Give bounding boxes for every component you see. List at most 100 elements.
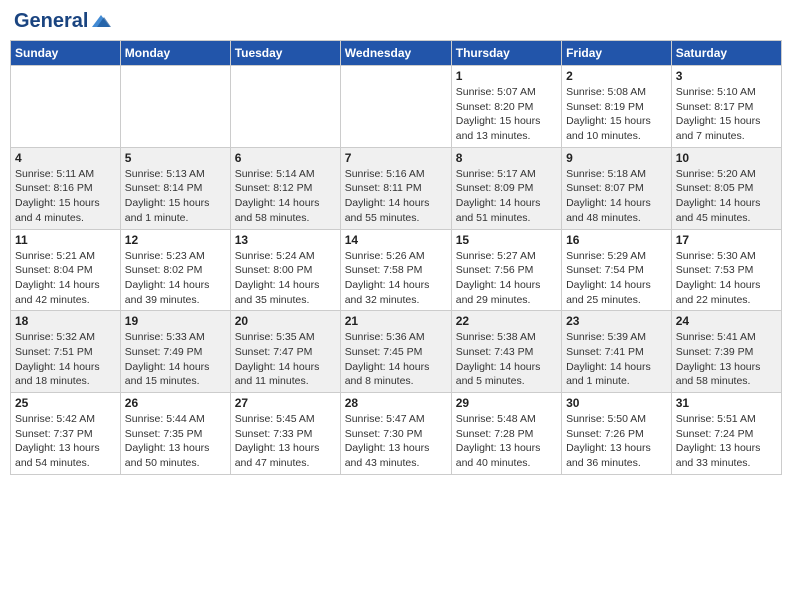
- weekday-header-saturday: Saturday: [671, 41, 781, 66]
- day-number: 19: [125, 314, 226, 328]
- calendar-week-5: 25Sunrise: 5:42 AMSunset: 7:37 PMDayligh…: [11, 393, 782, 475]
- day-info: Sunrise: 5:18 AMSunset: 8:07 PMDaylight:…: [566, 167, 667, 226]
- calendar-week-2: 4 Sunrise: 5:11 AMSunset: 8:16 PMDaylight…: [11, 147, 782, 229]
- calendar-week-1: 1Sunrise: 5:07 AMSunset: 8:20 PMDaylight…: [11, 66, 782, 148]
- calendar-cell: 2 Sunrise: 5:08 AMSunset: 8:19 PMDaylight…: [562, 66, 672, 148]
- day-info: Sunrise: 5:39 AMSunset: 7:41 PMDaylight:…: [566, 330, 667, 389]
- calendar-cell: 13Sunrise: 5:24 AMSunset: 8:00 PMDayligh…: [230, 229, 340, 311]
- calendar-cell: 18 Sunrise: 5:32 AMSunset: 7:51 PMDayligh…: [11, 311, 121, 393]
- calendar-cell: 11 Sunrise: 5:21 AMSunset: 8:04 PMDayligh…: [11, 229, 121, 311]
- calendar-cell: 3 Sunrise: 5:10 AMSunset: 8:17 PMDaylight…: [671, 66, 781, 148]
- day-number: 14: [345, 233, 447, 247]
- day-info: Sunrise: 5:27 AMSunset: 7:56 PMDaylight:…: [456, 249, 557, 308]
- day-number: 8: [456, 151, 557, 165]
- calendar-cell: 4 Sunrise: 5:11 AMSunset: 8:16 PMDaylight…: [11, 147, 121, 229]
- calendar-cell: 27 Sunrise: 5:45 AMSunset: 7:33 PMDayligh…: [230, 393, 340, 475]
- calendar-cell: 10 Sunrise: 5:20 AMSunset: 8:05 PMDayligh…: [671, 147, 781, 229]
- day-number: 31: [676, 396, 777, 410]
- logo: General: [14, 10, 112, 32]
- logo-icon: [90, 13, 112, 29]
- day-number: 20: [235, 314, 336, 328]
- day-info: Sunrise: 5:30 AMSunset: 7:53 PMDaylight:…: [676, 249, 777, 308]
- calendar-cell: 12 Sunrise: 5:23 AMSunset: 8:02 PMDayligh…: [120, 229, 230, 311]
- day-info: Sunrise: 5:51 AMSunset: 7:24 PMDaylight:…: [676, 412, 777, 471]
- day-info: Sunrise: 5:21 AMSunset: 8:04 PMDaylight:…: [15, 249, 116, 308]
- day-number: 25: [15, 396, 116, 410]
- calendar-cell: 8 Sunrise: 5:17 AMSunset: 8:09 PMDaylight…: [451, 147, 561, 229]
- calendar-cell: 20 Sunrise: 5:35 AMSunset: 7:47 PMDayligh…: [230, 311, 340, 393]
- day-info: Sunrise: 5:48 AMSunset: 7:28 PMDaylight:…: [456, 412, 557, 471]
- calendar-cell: [11, 66, 121, 148]
- day-number: 15: [456, 233, 557, 247]
- day-info: Sunrise: 5:47 AMSunset: 7:30 PMDaylight:…: [345, 412, 447, 471]
- calendar-cell: 26 Sunrise: 5:44 AMSunset: 7:35 PMDayligh…: [120, 393, 230, 475]
- calendar-cell: [340, 66, 451, 148]
- day-info: Sunrise: 5:20 AMSunset: 8:05 PMDaylight:…: [676, 167, 777, 226]
- day-number: 27: [235, 396, 336, 410]
- calendar-table: SundayMondayTuesdayWednesdayThursdayFrid…: [10, 40, 782, 475]
- day-info: Sunrise: 5:36 AMSunset: 7:45 PMDaylight:…: [345, 330, 447, 389]
- day-info: Sunrise: 5:08 AMSunset: 8:19 PMDaylight:…: [566, 85, 667, 144]
- weekday-header-sunday: Sunday: [11, 41, 121, 66]
- day-number: 11: [15, 233, 116, 247]
- day-number: 3: [676, 69, 777, 83]
- day-info: Sunrise: 5:26 AMSunset: 7:58 PMDaylight:…: [345, 249, 447, 308]
- calendar-week-4: 18 Sunrise: 5:32 AMSunset: 7:51 PMDayligh…: [11, 311, 782, 393]
- day-info: Sunrise: 5:14 AMSunset: 8:12 PMDaylight:…: [235, 167, 336, 226]
- day-info: Sunrise: 5:11 AMSunset: 8:16 PMDaylight:…: [15, 167, 116, 226]
- day-number: 18: [15, 314, 116, 328]
- calendar-cell: 31 Sunrise: 5:51 AMSunset: 7:24 PMDayligh…: [671, 393, 781, 475]
- day-info: Sunrise: 5:32 AMSunset: 7:51 PMDaylight:…: [15, 330, 116, 389]
- logo-text-general: General: [14, 10, 88, 32]
- day-info: Sunrise: 5:23 AMSunset: 8:02 PMDaylight:…: [125, 249, 226, 308]
- day-info: Sunrise: 5:38 AMSunset: 7:43 PMDaylight:…: [456, 330, 557, 389]
- day-info: Sunrise: 5:44 AMSunset: 7:35 PMDaylight:…: [125, 412, 226, 471]
- day-number: 30: [566, 396, 667, 410]
- weekday-header-row: SundayMondayTuesdayWednesdayThursdayFrid…: [11, 41, 782, 66]
- day-number: 26: [125, 396, 226, 410]
- day-info: Sunrise: 5:35 AMSunset: 7:47 PMDaylight:…: [235, 330, 336, 389]
- weekday-header-tuesday: Tuesday: [230, 41, 340, 66]
- day-number: 16: [566, 233, 667, 247]
- day-number: 12: [125, 233, 226, 247]
- calendar-cell: [230, 66, 340, 148]
- day-number: 17: [676, 233, 777, 247]
- day-info: Sunrise: 5:16 AMSunset: 8:11 PMDaylight:…: [345, 167, 447, 226]
- day-info: Sunrise: 5:50 AMSunset: 7:26 PMDaylight:…: [566, 412, 667, 471]
- page-header: General: [10, 10, 782, 32]
- day-number: 24: [676, 314, 777, 328]
- day-info: Sunrise: 5:29 AMSunset: 7:54 PMDaylight:…: [566, 249, 667, 308]
- day-number: 21: [345, 314, 447, 328]
- day-info: Sunrise: 5:41 AMSunset: 7:39 PMDaylight:…: [676, 330, 777, 389]
- day-number: 22: [456, 314, 557, 328]
- day-info: Sunrise: 5:13 AMSunset: 8:14 PMDaylight:…: [125, 167, 226, 226]
- calendar-cell: 1Sunrise: 5:07 AMSunset: 8:20 PMDaylight…: [451, 66, 561, 148]
- weekday-header-wednesday: Wednesday: [340, 41, 451, 66]
- day-number: 28: [345, 396, 447, 410]
- calendar-cell: 19Sunrise: 5:33 AMSunset: 7:49 PMDayligh…: [120, 311, 230, 393]
- calendar-cell: 23 Sunrise: 5:39 AMSunset: 7:41 PMDayligh…: [562, 311, 672, 393]
- day-number: 6: [235, 151, 336, 165]
- calendar-cell: 28 Sunrise: 5:47 AMSunset: 7:30 PMDayligh…: [340, 393, 451, 475]
- day-info: Sunrise: 5:45 AMSunset: 7:33 PMDaylight:…: [235, 412, 336, 471]
- day-number: 29: [456, 396, 557, 410]
- calendar-cell: 30 Sunrise: 5:50 AMSunset: 7:26 PMDayligh…: [562, 393, 672, 475]
- day-number: 10: [676, 151, 777, 165]
- calendar-week-3: 11 Sunrise: 5:21 AMSunset: 8:04 PMDayligh…: [11, 229, 782, 311]
- day-number: 23: [566, 314, 667, 328]
- day-number: 4: [15, 151, 116, 165]
- calendar-cell: 5 Sunrise: 5:13 AMSunset: 8:14 PMDaylight…: [120, 147, 230, 229]
- day-info: Sunrise: 5:10 AMSunset: 8:17 PMDaylight:…: [676, 85, 777, 144]
- day-number: 13: [235, 233, 336, 247]
- calendar-cell: 24 Sunrise: 5:41 AMSunset: 7:39 PMDayligh…: [671, 311, 781, 393]
- day-number: 5: [125, 151, 226, 165]
- weekday-header-friday: Friday: [562, 41, 672, 66]
- calendar-cell: 22 Sunrise: 5:38 AMSunset: 7:43 PMDayligh…: [451, 311, 561, 393]
- day-info: Sunrise: 5:17 AMSunset: 8:09 PMDaylight:…: [456, 167, 557, 226]
- calendar-cell: 6 Sunrise: 5:14 AMSunset: 8:12 PMDaylight…: [230, 147, 340, 229]
- weekday-header-thursday: Thursday: [451, 41, 561, 66]
- calendar-cell: 29 Sunrise: 5:48 AMSunset: 7:28 PMDayligh…: [451, 393, 561, 475]
- calendar-cell: 15 Sunrise: 5:27 AMSunset: 7:56 PMDayligh…: [451, 229, 561, 311]
- day-number: 2: [566, 69, 667, 83]
- weekday-header-monday: Monday: [120, 41, 230, 66]
